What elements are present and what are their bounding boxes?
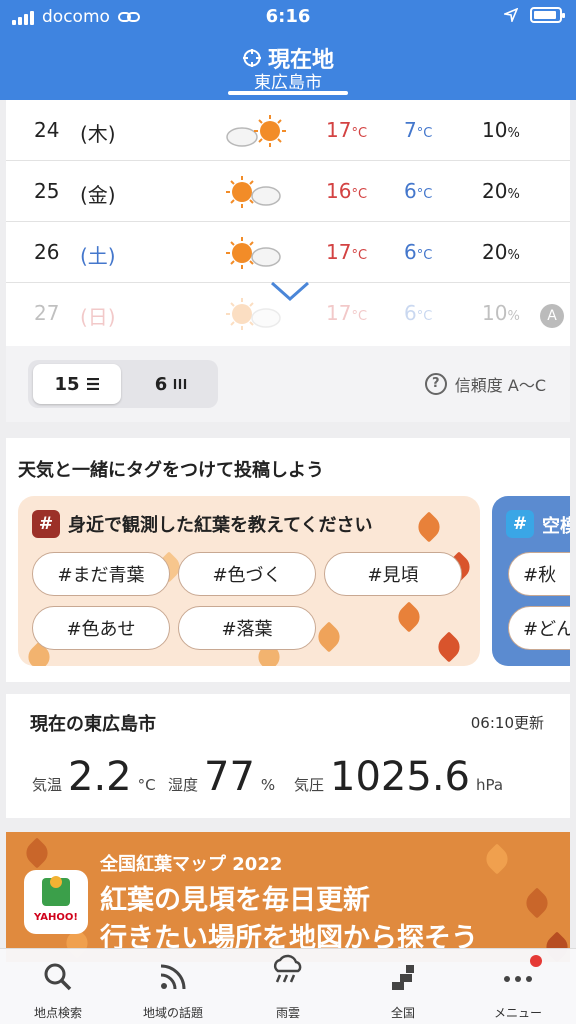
yahoo-weather-logo: YAHOO! [24,870,88,934]
forecast-controls: 15 6 ? 信頼度 A～C [6,346,570,422]
sky-tag-panel[interactable]: # 空模 #秋 #どん [492,496,570,666]
forecast-row[interactable]: 24 (木) 17°C 7°C 10% [6,100,570,161]
forecast-date: 25 [34,179,60,203]
forecast-row[interactable]: 26 (土) 17°C 6°C 20% [6,222,570,283]
forecast-dow: (金) [80,183,116,207]
sun-cloud-icon [226,237,281,269]
reliability-info[interactable]: ? 信頼度 A～C [424,372,546,396]
bottom-tab-bar: 地点検索 地域の話題 雨雲 全国 メニュー [0,948,576,1024]
tag-post-card: 天気と一緒にタグをつけて投稿しよう # 身近で観測した紅葉を教えてください #ま… [6,438,570,682]
forecast-card: 24 (木) 17°C 7°C 10% 25 (金) 16°C 6°C 20% … [6,100,570,422]
sun-cloud-icon [226,176,281,208]
tag-chip[interactable]: #落葉 [178,606,316,650]
humidity-metric: 湿度 77 % [168,754,276,800]
forecast-low: 6°C [404,179,433,203]
forecast-low: 7°C [404,118,433,142]
current-title: 現在の東広島市 [30,714,156,735]
location-arrow-icon [504,8,518,22]
forecast-dow: (日) [80,305,116,329]
reliability-badge: A [540,304,564,328]
forecast-high: 16°C [326,179,368,203]
forecast-dow: (木) [80,122,116,146]
tab-rain-cloud[interactable]: 雨雲 [240,949,336,1024]
forecast-pop: 10% [482,118,520,142]
forecast-pop: 20% [482,240,520,264]
columns-icon [174,379,187,389]
current-location-icon [242,49,261,67]
forecast-date: 27 [34,301,60,325]
hashtag-icon: # [506,510,534,538]
rss-icon [160,964,186,990]
help-icon: ? [424,373,447,395]
toggle-6-days[interactable]: 6 [127,364,215,404]
tag-chip[interactable]: #色づく [178,552,316,596]
toggle-15-days[interactable]: 15 [33,364,121,404]
expand-chevron-icon[interactable] [270,280,310,302]
more-icon [504,976,532,982]
forecast-pop: 20% [482,179,520,203]
list-icon [86,378,99,390]
notification-dot [530,955,542,967]
panel-title-text: 身近で観測した紅葉を教えてください [68,515,373,536]
autumn-map-banner[interactable]: YAHOO! 全国紅葉マップ 2022 紅葉の見頃を毎日更新 行きたい場所を地図… [6,832,570,962]
days-toggle: 15 6 [28,360,218,408]
forecast-high: 17°C [326,240,368,264]
panel-title-text: 空模 [542,516,570,537]
tag-chip[interactable]: #秋 [508,552,570,596]
tag-chip[interactable]: #見頃 [324,552,462,596]
temperature-metric: 気温 2.2 °C [32,754,156,800]
tag-chip[interactable]: #まだ青葉 [32,552,170,596]
forecast-low: 6°C [404,301,433,325]
autumn-tag-panel[interactable]: # 身近で観測した紅葉を教えてください #まだ青葉 #色づく #見頃 #色あせ … [18,496,480,666]
forecast-dow: (土) [80,244,116,268]
banner-line-1: 全国紅葉マップ 2022 [100,854,283,875]
forecast-high: 17°C [326,301,368,325]
forecast-row[interactable]: 25 (金) 16°C 6°C 20% [6,161,570,222]
forecast-date: 26 [34,240,60,264]
reliability-label: 信頼度 A～C [454,376,546,395]
search-icon [44,963,72,991]
forecast-date: 24 [34,118,60,142]
japan-map-icon [392,965,414,990]
updated-time: 06:10更新 [470,714,544,732]
location-subtitle: 東広島市 [254,73,322,93]
current-weather-card[interactable]: 現在の東広島市 06:10更新 気温 2.2 °C 湿度 77 % 気圧 102… [6,694,570,818]
cloud-sun-icon [226,115,286,147]
hashtag-icon: # [32,510,60,538]
tag-chip[interactable]: #色あせ [32,606,170,650]
tag-chip[interactable]: #どん [508,606,570,650]
app-header: docomo 6:16 現在地 東広島市 [0,0,576,100]
pressure-metric: 気圧 1025.6 hPa [294,754,504,800]
tab-location-search[interactable]: 地点検索 [10,949,106,1024]
forecast-high: 17°C [326,118,368,142]
tab-nationwide[interactable]: 全国 [355,949,451,1024]
battery-icon [530,7,565,23]
forecast-pop: 10% [482,301,520,325]
rain-cloud-icon [273,954,302,983]
forecast-low: 6°C [404,240,433,264]
status-bar: docomo 6:16 [0,0,576,34]
clock: 6:16 [265,6,311,27]
location-underline [228,91,348,95]
tag-post-heading: 天気と一緒にタグをつけて投稿しよう [18,460,324,481]
tab-local-topics[interactable]: 地域の話題 [125,949,221,1024]
banner-line-2: 紅葉の見頃を毎日更新 [100,885,370,916]
tab-menu[interactable]: メニュー [470,949,566,1024]
